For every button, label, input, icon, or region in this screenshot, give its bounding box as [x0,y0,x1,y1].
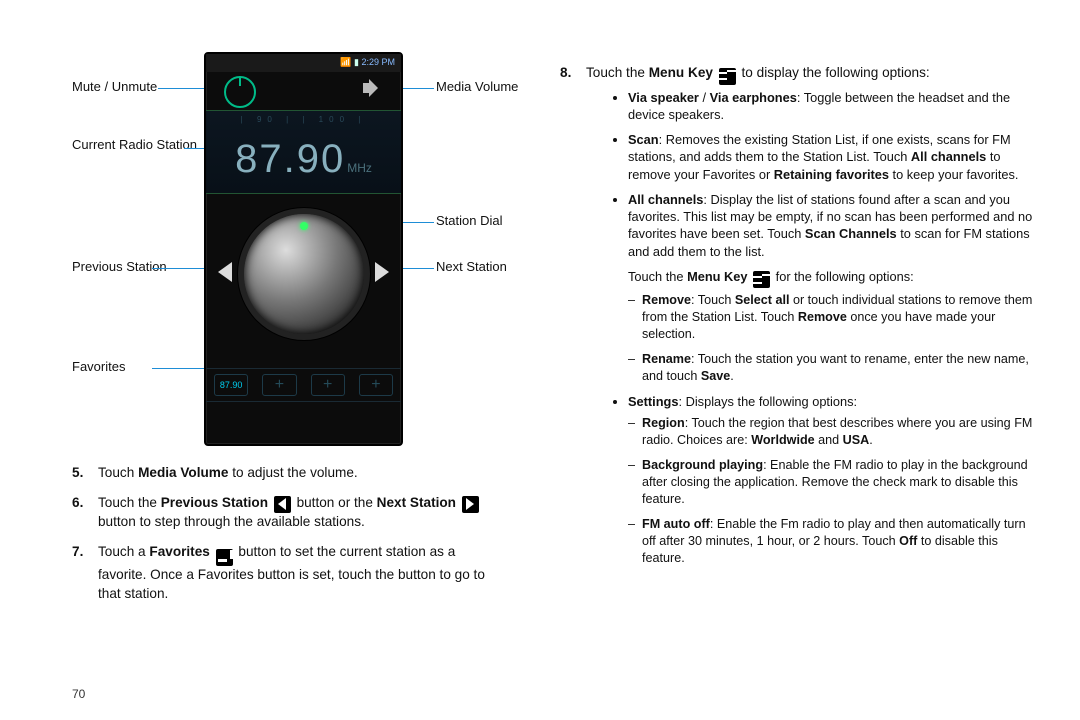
step-7: Touch a Favorites button to set the curr… [72,543,507,603]
prev-station-button[interactable] [218,262,232,282]
battery-icon: ▮ [354,57,359,67]
opt-all-channels: All channels: Display the list of statio… [628,191,1038,386]
favorite-slot-4[interactable]: + [359,374,393,396]
sub-fm-auto-off: FM auto off: Enable the Fm radio to play… [642,516,1038,567]
volume-button[interactable] [363,79,385,101]
step-8: Touch the Menu Key to display the follow… [560,64,1038,567]
opt-via-speaker: Via speaker / Via earphones: Toggle betw… [628,89,1038,124]
radio-diagram: Mute / Unmute Current Radio Station Prev… [72,52,507,452]
menu-key-icon [753,271,770,288]
next-station-button[interactable] [375,262,389,282]
page: Mute / Unmute Current Radio Station Prev… [0,0,1080,720]
steps-list-left: Touch Media Volume to adjust the volume.… [72,464,507,603]
label-station-dial: Station Dial [436,214,502,229]
frequency-value: 87.90 [235,137,345,181]
settings-sub: Region: Touch the region that best descr… [628,415,1038,567]
mute-toggle[interactable] [224,76,256,108]
favorite-slot-2[interactable]: + [262,374,296,396]
sub-bg-playing: Background playing: Enable the FM radio … [642,457,1038,508]
menu-key-icon [719,68,736,85]
favorites-bar: 87.90 + + + [206,368,401,402]
opt-settings: Settings: Displays the following options… [628,393,1038,566]
frequency-display: | 90 | | 100 | 87.90MHz [206,110,401,194]
wifi-icon: 📶 [340,57,351,67]
plus-icon [216,549,233,566]
label-next-station: Next Station [436,260,507,275]
station-dial[interactable] [244,214,364,334]
favorite-slot-3[interactable]: + [311,374,345,396]
label-current-station: Current Radio Station [72,138,197,153]
left-column: Mute / Unmute Current Radio Station Prev… [72,52,507,615]
right-column: Touch the Menu Key to display the follow… [560,52,1038,579]
status-bar: 📶 ▮ 2:29 PM [206,54,401,72]
all-channels-sub: Remove: Touch Select all or touch indivi… [628,292,1038,385]
chevron-right-icon [462,496,479,513]
page-number: 70 [72,686,85,702]
chevron-left-icon [274,496,291,513]
step-6: Touch the Previous Station button or the… [72,494,507,531]
sub-rename: Rename: Touch the station you want to re… [642,351,1038,385]
clock: 2:29 PM [361,57,395,67]
label-media-volume: Media Volume [436,80,518,95]
frequency-ticks: | 90 | | 100 | [206,111,401,126]
frequency-unit: MHz [347,161,372,175]
submenu-intro: Touch the Menu Key for the following opt… [628,268,1038,289]
phone-mock: 📶 ▮ 2:29 PM | 90 | | 100 | 87.90MHz 87.9… [204,52,403,446]
sub-remove: Remove: Touch Select all or touch indivi… [642,292,1038,343]
favorite-slot-1[interactable]: 87.90 [214,374,248,396]
label-mute: Mute / Unmute [72,80,157,95]
sub-region: Region: Touch the region that best descr… [642,415,1038,449]
steps-list-right: Touch the Menu Key to display the follow… [560,64,1038,567]
label-favorites: Favorites [72,360,125,375]
opt-scan: Scan: Removes the existing Station List,… [628,131,1038,183]
options-list: Via speaker / Via earphones: Toggle betw… [610,89,1038,567]
step-5: Touch Media Volume to adjust the volume. [72,464,507,482]
